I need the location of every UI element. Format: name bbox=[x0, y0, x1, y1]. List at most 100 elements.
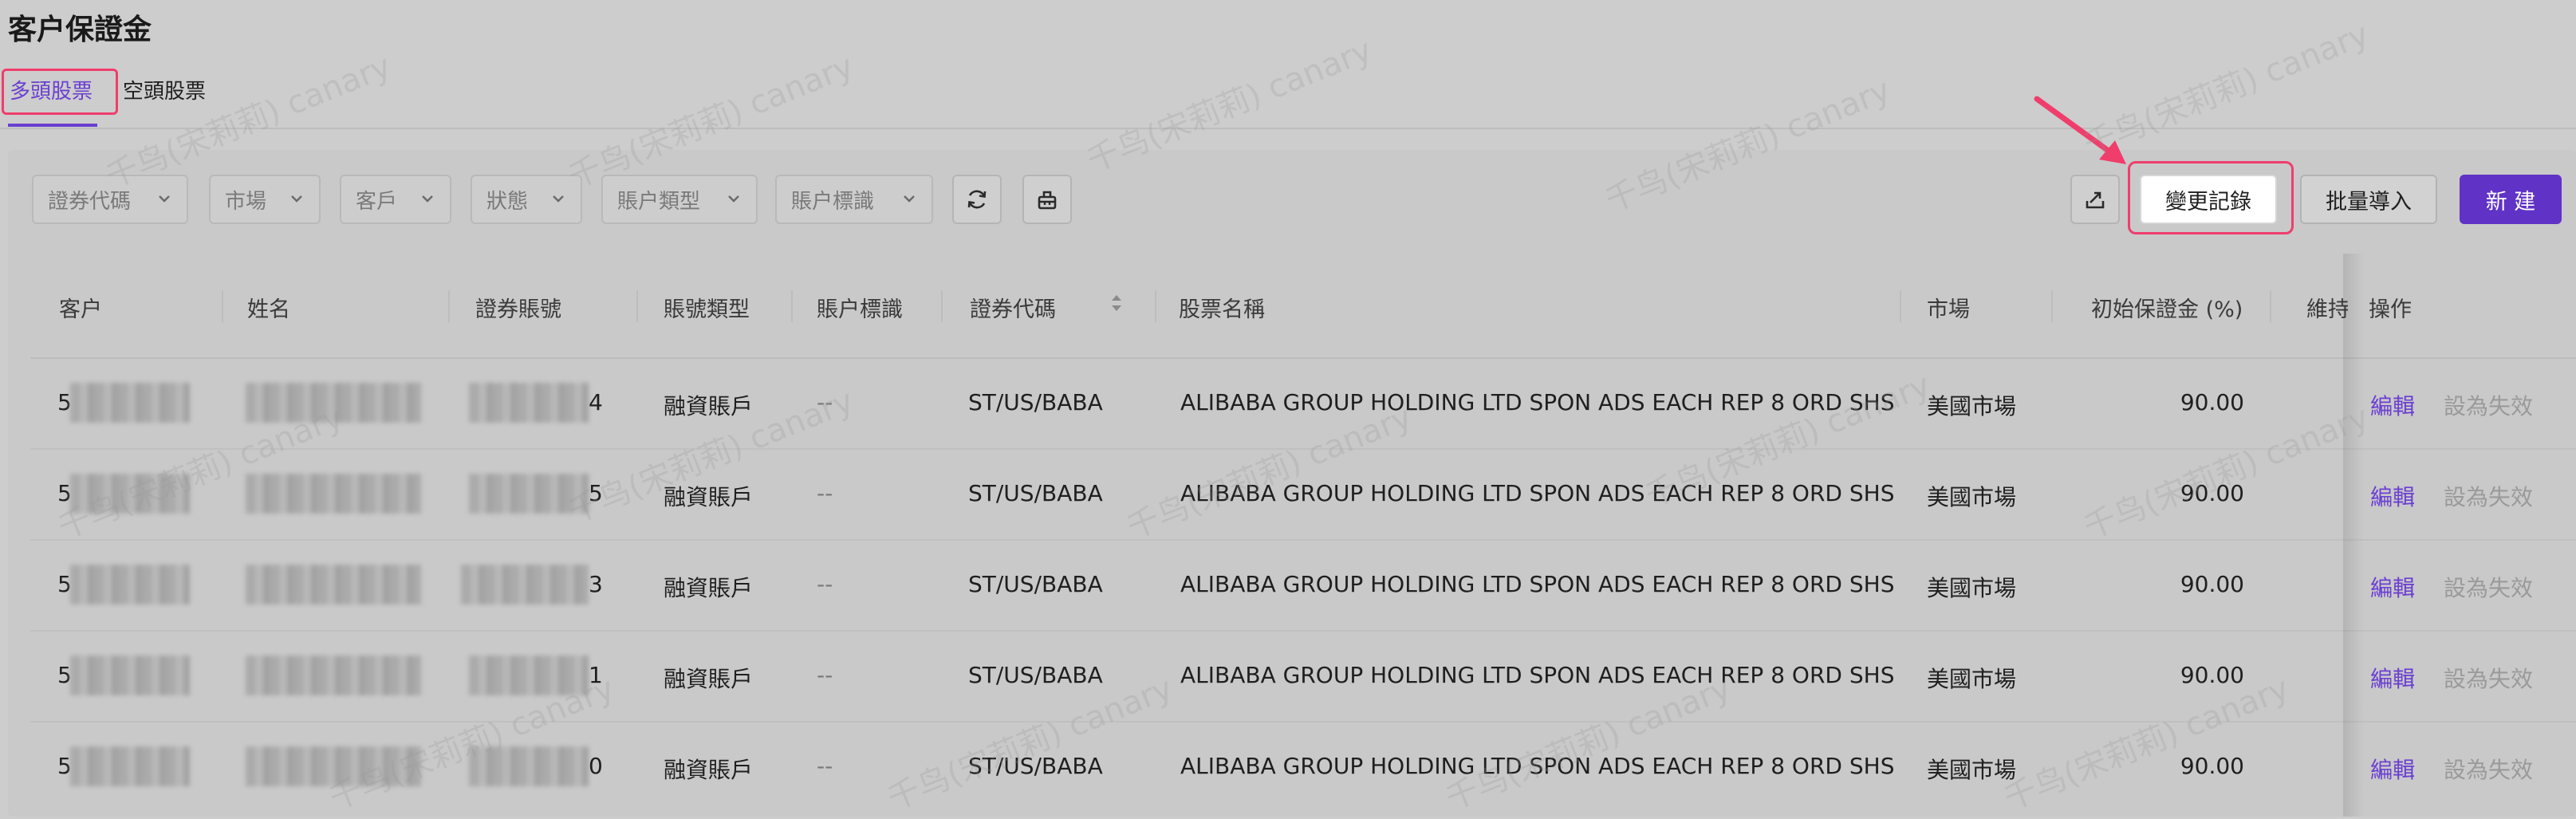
tabs-divider bbox=[0, 128, 2576, 129]
edit-link[interactable]: 編輯 bbox=[2370, 480, 2415, 512]
stock-name-cell: ALIBABA GROUP HOLDING LTD SPON ADS EACH … bbox=[1180, 753, 1895, 779]
securities-account-cell: 5 bbox=[589, 480, 603, 506]
column-header-security-code[interactable]: 證券代碼 bbox=[970, 292, 1056, 323]
filter-account-type[interactable]: 賬户類型 bbox=[601, 175, 758, 224]
account-type-cell: 融資賬戶 bbox=[664, 757, 754, 783]
set-invalid-link[interactable]: 設為失效 bbox=[2444, 480, 2533, 512]
redacted-securities-account bbox=[469, 474, 589, 514]
table-row: 5 5 融資賬戶 -- ST/US/BABA ALIBABA GROUP HOL… bbox=[30, 450, 2576, 541]
filter-market-label: 市場 bbox=[225, 189, 267, 214]
filter-account-type-label: 賬户類型 bbox=[617, 189, 701, 214]
initial-margin-cell: 90.00 bbox=[2180, 662, 2244, 688]
tabs-bar: 多頭股票 空頭股票 bbox=[0, 64, 2576, 128]
sort-icon[interactable] bbox=[1109, 290, 1125, 316]
column-header-account-flag: 賬户標識 bbox=[817, 297, 903, 322]
initial-margin-cell: 90.00 bbox=[2180, 480, 2244, 506]
security-code-cell: ST/US/BABA bbox=[968, 662, 1103, 688]
chevron-down-icon bbox=[904, 195, 915, 203]
redacted-customer-id bbox=[70, 474, 190, 514]
account-flag-cell: -- bbox=[817, 389, 833, 415]
edit-link[interactable]: 編輯 bbox=[2370, 753, 2415, 785]
filter-security-code-label: 證券代碼 bbox=[48, 189, 132, 214]
account-flag-cell: -- bbox=[817, 662, 833, 688]
redacted-name bbox=[246, 656, 421, 695]
account-type-cell: 融資賬戶 bbox=[664, 484, 754, 510]
securities-account-cell: 1 bbox=[589, 662, 603, 688]
filter-customer[interactable]: 客戶 bbox=[340, 175, 451, 224]
filter-security-code[interactable]: 證券代碼 bbox=[32, 175, 188, 224]
column-divider bbox=[1900, 290, 1901, 322]
chevron-down-icon bbox=[291, 195, 302, 203]
column-divider bbox=[791, 290, 793, 322]
new-button[interactable]: 新 建 bbox=[2460, 175, 2562, 224]
set-invalid-link[interactable]: 設為失效 bbox=[2444, 571, 2533, 603]
refresh-icon bbox=[967, 190, 987, 209]
account-flag-cell: -- bbox=[817, 753, 833, 779]
filter-status[interactable]: 狀態 bbox=[471, 175, 582, 224]
security-code-cell: ST/US/BABA bbox=[968, 480, 1103, 506]
column-divider bbox=[941, 290, 943, 322]
export-button[interactable] bbox=[2070, 175, 2120, 224]
security-code-cell: ST/US/BABA bbox=[968, 389, 1103, 415]
edit-link[interactable]: 編輯 bbox=[2370, 389, 2415, 421]
filter-account-flag-label: 賬户標識 bbox=[791, 189, 875, 214]
new-button-label: 新 建 bbox=[2485, 189, 2536, 215]
account-type-cell: 融資賬戶 bbox=[664, 393, 754, 419]
stock-name-cell: ALIBABA GROUP HOLDING LTD SPON ADS EACH … bbox=[1180, 389, 1895, 415]
table-row: 5 1 融資賬戶 -- ST/US/BABA ALIBABA GROUP HOL… bbox=[30, 632, 2576, 723]
filter-market[interactable]: 市場 bbox=[209, 175, 321, 224]
initial-margin-cell: 90.00 bbox=[2180, 753, 2244, 779]
export-icon bbox=[2086, 191, 2105, 209]
annotation-arrow-icon bbox=[2034, 96, 2126, 164]
column-header-customer: 客户 bbox=[59, 297, 102, 322]
market-cell: 美國市場 bbox=[1927, 484, 2017, 510]
chevron-down-icon bbox=[159, 195, 170, 203]
table-header: 客户 姓名 證券賬號 賬號類型 賬户標識 證券代碼 股票名稱 市場 初始保證金 … bbox=[30, 254, 2576, 359]
redacted-customer-id bbox=[70, 746, 190, 786]
chevron-down-icon bbox=[728, 195, 739, 203]
table-row: 5 4 融資賬戶 -- ST/US/BABA ALIBABA GROUP HOL… bbox=[30, 359, 2576, 450]
market-cell: 美國市場 bbox=[1927, 666, 2017, 692]
account-flag-cell: -- bbox=[817, 480, 833, 506]
security-code-cell: ST/US/BABA bbox=[968, 571, 1103, 597]
tab-short-stocks[interactable]: 空頭股票 bbox=[123, 75, 206, 104]
edit-link[interactable]: 編輯 bbox=[2370, 662, 2415, 694]
redacted-securities-account bbox=[469, 746, 589, 786]
set-invalid-link[interactable]: 設為失效 bbox=[2444, 389, 2533, 421]
tab-long-stocks[interactable]: 多頭股票 bbox=[2, 69, 118, 115]
column-divider bbox=[2270, 290, 2271, 322]
column-header-securities-account: 證券賬號 bbox=[475, 297, 561, 322]
column-header-maintenance-margin: 維持 bbox=[2306, 297, 2348, 322]
tab-short-stocks-label: 空頭股票 bbox=[123, 80, 207, 104]
change-log-button[interactable]: 變更記錄 bbox=[2140, 175, 2277, 224]
page-title: 客户保證金 bbox=[8, 14, 152, 46]
market-cell: 美國市場 bbox=[1927, 575, 2017, 601]
filter-customer-label: 客戶 bbox=[356, 189, 398, 214]
filter-account-flag[interactable]: 賬户標識 bbox=[775, 175, 933, 224]
redacted-customer-id bbox=[70, 565, 190, 604]
redacted-securities-account bbox=[469, 383, 589, 423]
redacted-customer-id bbox=[70, 383, 190, 423]
tab-highlight-box bbox=[2, 69, 118, 115]
chevron-down-icon bbox=[553, 195, 564, 203]
column-header-stock-name: 股票名稱 bbox=[1179, 297, 1265, 322]
batch-import-button-label: 批量導入 bbox=[2326, 189, 2412, 215]
securities-account-cell: 4 bbox=[589, 389, 603, 415]
refresh-button[interactable] bbox=[952, 175, 1002, 224]
stock-name-cell: ALIBABA GROUP HOLDING LTD SPON ADS EACH … bbox=[1180, 571, 1895, 597]
securities-account-cell: 3 bbox=[589, 571, 603, 597]
set-invalid-link[interactable]: 設為失效 bbox=[2444, 662, 2533, 694]
stock-name-cell: ALIBABA GROUP HOLDING LTD SPON ADS EACH … bbox=[1180, 662, 1895, 688]
batch-import-button[interactable]: 批量導入 bbox=[2300, 175, 2437, 224]
edit-link[interactable]: 編輯 bbox=[2370, 571, 2415, 603]
redacted-securities-account bbox=[461, 565, 589, 604]
set-invalid-link[interactable]: 設為失效 bbox=[2444, 753, 2533, 785]
table-row: 5 0 融資賬戶 -- ST/US/BABA ALIBABA GROUP HOL… bbox=[30, 723, 2576, 813]
initial-margin-cell: 90.00 bbox=[2180, 389, 2244, 415]
clear-filters-button[interactable] bbox=[1022, 175, 1072, 224]
column-header-actions: 操作 bbox=[2369, 297, 2412, 322]
clear-icon bbox=[1038, 191, 1057, 210]
stock-name-cell: ALIBABA GROUP HOLDING LTD SPON ADS EACH … bbox=[1180, 480, 1895, 506]
redacted-customer-id bbox=[70, 656, 190, 695]
market-cell: 美國市場 bbox=[1927, 757, 2017, 783]
